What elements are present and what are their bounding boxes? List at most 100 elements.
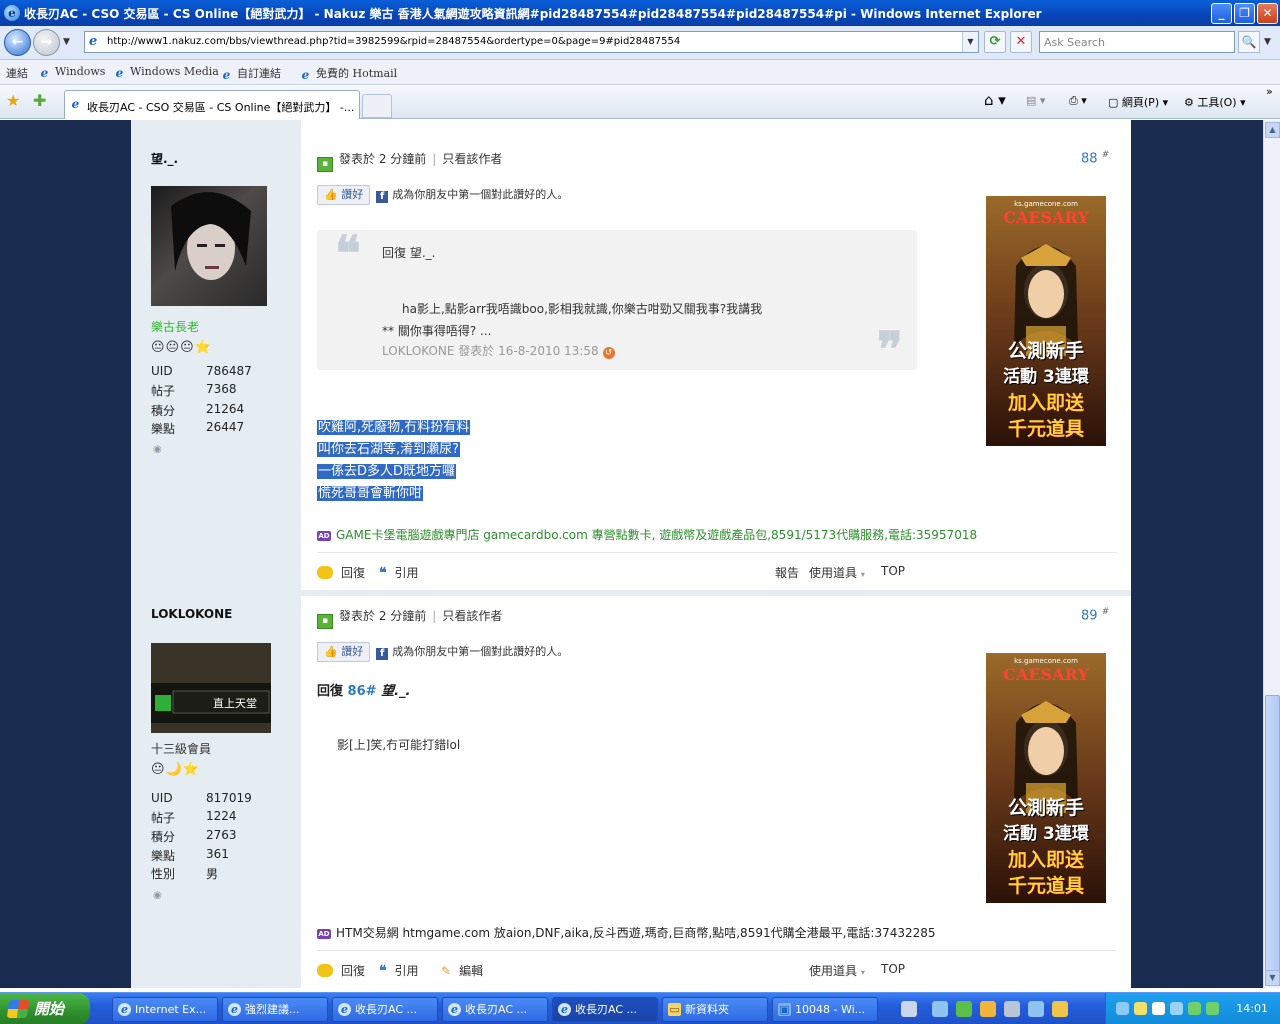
- quote-line-2: ha影上,點影arr我唔識boo,影相我就識,你樂古咁勁又關我事?我講我: [402, 302, 763, 316]
- search-input[interactable]: Ask Search: [1039, 31, 1235, 53]
- quicklaunch-media-icon[interactable]: [980, 1001, 996, 1017]
- top-link[interactable]: TOP: [881, 564, 905, 578]
- floor-number[interactable]: 89 #: [1081, 607, 1109, 623]
- task-button-2[interactable]: e 收長刃AC ...: [332, 997, 438, 1022]
- jump-to-post-icon[interactable]: ↺: [602, 347, 615, 359]
- maximize-button[interactable]: ❐: [1234, 3, 1255, 24]
- reply-icon: [317, 566, 333, 579]
- refresh-button[interactable]: ⟳: [984, 31, 1006, 53]
- home-icon[interactable]: ⌂ ▾: [984, 91, 1006, 109]
- task-button-5[interactable]: ▭ 新資料夾: [662, 997, 768, 1022]
- quote-button[interactable]: ❝ 引用: [379, 564, 419, 581]
- clock[interactable]: 14:01: [1236, 1002, 1268, 1015]
- author-name[interactable]: LOKLOKONE: [151, 607, 232, 621]
- like-button[interactable]: 👍 讚好: [317, 185, 371, 205]
- close-button[interactable]: ✕: [1257, 3, 1278, 24]
- only-author-link[interactable]: 只看該作者: [442, 609, 502, 623]
- start-button[interactable]: 開始: [0, 993, 90, 1024]
- tab-active[interactable]: e 收長刃AC - CSO 交易區 - CS Online【絕對武力】 -...: [64, 90, 360, 119]
- tray-security-icon[interactable]: [1134, 1002, 1147, 1015]
- link-hotmail[interactable]: e 免費的 Hotmail: [299, 65, 398, 82]
- ad-banner[interactable]: ks.gamecone.com CAESARY 公測新手 活動 3連環 加入即送…: [986, 653, 1106, 903]
- avatar[interactable]: [151, 186, 267, 306]
- url-text: http://www1.nakuz.com/bbs/viewthread.php…: [107, 36, 681, 47]
- tray-shield-icon[interactable]: [1206, 1002, 1219, 1015]
- task-button-1[interactable]: e 強烈建議...: [222, 997, 328, 1022]
- quicklaunch-messenger-icon[interactable]: [1052, 1001, 1068, 1017]
- new-tab-button[interactable]: [362, 94, 392, 118]
- banner-brand: CAESARY: [1003, 665, 1089, 684]
- banner-brand: CAESARY: [1003, 208, 1089, 227]
- task-button-6[interactable]: ▣ 10048 - Wi...: [772, 997, 878, 1022]
- print-icon[interactable]: ⎙ ▾: [1069, 94, 1087, 108]
- tray-network-icon[interactable]: [1116, 1002, 1129, 1015]
- profile-link-icon[interactable]: ◉: [153, 444, 162, 455]
- task-button-4[interactable]: e 收長刃AC ...: [552, 997, 658, 1022]
- search-icon[interactable]: 🔍: [1238, 31, 1260, 53]
- url-dropdown-icon[interactable]: ▼: [962, 32, 978, 52]
- author-name[interactable]: 望._.: [151, 150, 178, 167]
- input-method-icon[interactable]: [901, 1001, 917, 1017]
- favorites-star-icon[interactable]: ★: [6, 91, 20, 110]
- forward-button[interactable]: →: [33, 29, 60, 56]
- link-windows-media[interactable]: e Windows Media: [113, 65, 219, 80]
- like-text: 成為你朋友中第一個對此讚好的人。: [392, 645, 569, 658]
- ad-icon: AD: [317, 929, 331, 939]
- url-field[interactable]: e http://www1.nakuz.com/bbs/viewthread.p…: [84, 31, 979, 53]
- like-button[interactable]: 👍 讚好: [317, 642, 371, 662]
- scroll-thumb[interactable]: [1265, 695, 1280, 975]
- history-dropdown-icon[interactable]: ▼: [63, 37, 70, 47]
- quote-button[interactable]: ❝ 引用: [379, 962, 419, 979]
- reply-button[interactable]: 回復: [317, 962, 365, 979]
- use-tools-menu[interactable]: 使用道具 ▾: [809, 564, 865, 581]
- task-button-3[interactable]: e 收長刃AC ...: [442, 997, 548, 1022]
- use-tools-menu[interactable]: 使用道具 ▾: [809, 962, 865, 979]
- link-custom[interactable]: e 自訂連結: [220, 65, 281, 82]
- tools-menu[interactable]: ⚙ 工具(O) ▾: [1184, 94, 1246, 110]
- report-button[interactable]: 報告: [775, 564, 799, 581]
- tray-antivirus-icon[interactable]: [1188, 1002, 1201, 1015]
- facebook-icon: f: [376, 191, 389, 203]
- more-chevron-icon[interactable]: »: [1266, 85, 1273, 98]
- quicklaunch-ie-icon[interactable]: [932, 1001, 948, 1017]
- close-quote-icon: ❞: [877, 322, 903, 378]
- vertical-scrollbar[interactable]: ▲ ▼: [1263, 120, 1280, 988]
- ie-icon: e: [228, 1003, 241, 1016]
- ad-link[interactable]: AD HTM交易網 htmgame.com 放aion,DNF,aika,反斗西遊…: [317, 924, 936, 941]
- task-button-0[interactable]: e Internet Ex...: [112, 997, 218, 1022]
- scroll-down-icon[interactable]: ▼: [1265, 970, 1280, 986]
- stat-points: 樂點 361: [151, 847, 229, 863]
- quicklaunch-search-icon[interactable]: [1004, 1001, 1020, 1017]
- ie-page-icon: e: [301, 68, 310, 82]
- reply-heading: 回復 86# 望._.: [317, 684, 411, 699]
- floor-number[interactable]: 88 #: [1081, 150, 1109, 166]
- tray-input-icon[interactable]: [1152, 1002, 1165, 1015]
- only-author-link[interactable]: 只看該作者: [442, 152, 502, 166]
- search-options-dropdown-icon[interactable]: ▼: [1264, 37, 1271, 47]
- avatar-image: 直上天堂: [151, 643, 271, 733]
- minimize-button[interactable]: _: [1211, 3, 1232, 24]
- feeds-icon[interactable]: ▤ ▾: [1026, 94, 1045, 107]
- quote-block: ❝ 回復 望._. ha影上,點影arr我唔識boo,影相我就識,你樂古咁勁又關…: [317, 226, 917, 378]
- edit-button[interactable]: ✎ 編輯: [441, 962, 483, 979]
- reply-post-link[interactable]: 86#: [348, 684, 377, 699]
- stop-button[interactable]: ✕: [1010, 31, 1032, 53]
- top-link[interactable]: TOP: [881, 962, 905, 976]
- tray-bluetooth-icon[interactable]: [1170, 1002, 1183, 1015]
- add-favorites-icon[interactable]: ✚: [33, 91, 46, 110]
- profile-link-icon[interactable]: ◉: [153, 890, 162, 901]
- scroll-up-icon[interactable]: ▲: [1265, 122, 1280, 138]
- banner-line-4: 千元道具: [1007, 418, 1084, 440]
- divider: [317, 552, 1117, 553]
- quicklaunch-app-icon[interactable]: [956, 1001, 972, 1017]
- page-menu[interactable]: ▢ 網頁(P) ▾: [1108, 94, 1168, 110]
- back-button[interactable]: ←: [4, 29, 31, 56]
- avatar[interactable]: 直上天堂: [151, 643, 271, 733]
- banner-line-1: 公測新手: [1007, 340, 1084, 362]
- ad-banner[interactable]: ks.gamecone.com CAESARY 公測新手 活動 3連環 加入即送…: [986, 196, 1106, 446]
- quote-line-1: 回復 望._.: [382, 246, 436, 260]
- link-windows[interactable]: e Windows: [38, 65, 106, 80]
- ad-link[interactable]: AD GAME卡堡電腦遊戲專門店 gamecardbo.com 專營點數卡, 遊戲…: [317, 526, 977, 543]
- reply-button[interactable]: 回復: [317, 564, 365, 581]
- quicklaunch-ie2-icon[interactable]: [1028, 1001, 1044, 1017]
